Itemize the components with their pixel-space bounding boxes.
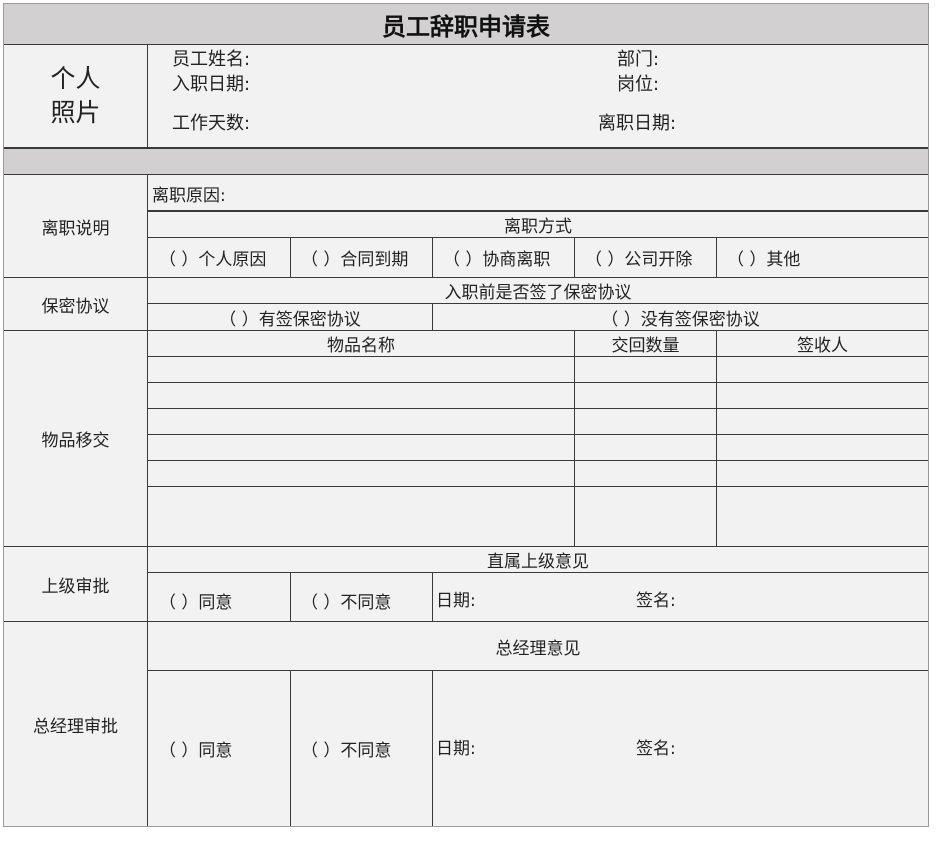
- handover-section-label: 物品移交: [41, 431, 110, 451]
- confidential-section-label: 保密协议: [41, 296, 110, 317]
- col-header-receiver: 签收人: [797, 336, 848, 356]
- option-other[interactable]: （ ）其他: [727, 238, 857, 277]
- col-header-item-name: 物品名称: [327, 336, 395, 356]
- supervisor-date-field[interactable]: 日期:: [436, 573, 616, 621]
- handover-row[interactable]: [148, 383, 928, 408]
- confidential-question: 入职前是否签了保密协议: [444, 283, 632, 303]
- handover-row[interactable]: [148, 409, 928, 434]
- gm-date-field[interactable]: 日期:: [436, 671, 616, 826]
- photo-label-line2: 照片: [50, 98, 101, 127]
- option-no-nda[interactable]: （ ）没有签保密协议: [433, 304, 928, 330]
- leave-date-field[interactable]: 离职日期:: [598, 110, 798, 134]
- col-header-return-qty: 交回数量: [611, 336, 680, 356]
- photo-label-line1: 个人: [50, 64, 101, 93]
- option-mutual-agreement[interactable]: （ ）协商离职: [443, 238, 573, 277]
- resign-section-label: 离职说明: [41, 218, 110, 239]
- gm-section-label: 总经理审批: [33, 716, 118, 737]
- resign-reason-field[interactable]: 离职原因:: [152, 175, 652, 211]
- work-days-field[interactable]: 工作天数:: [172, 110, 372, 134]
- employee-name-field[interactable]: 员工姓名:: [172, 46, 372, 70]
- supervisor-section-label: 上级审批: [41, 576, 110, 597]
- handover-row[interactable]: [148, 357, 928, 382]
- gm-opinion-header: 总经理意见: [495, 638, 581, 659]
- photo-placeholder[interactable]: 个人 照片: [4, 45, 147, 147]
- department-field[interactable]: 部门:: [617, 46, 817, 70]
- resignation-form: 员工辞职申请表 个人 照片 员工姓名: 部门: 入职日期: 岗位: 工作天数: …: [3, 3, 929, 827]
- form-title: 员工辞职申请表: [4, 4, 928, 44]
- position-field[interactable]: 岗位:: [617, 71, 817, 95]
- resign-method-header: 离职方式: [504, 217, 572, 237]
- supervisor-signature-field[interactable]: 签名:: [636, 573, 836, 621]
- gm-signature-field[interactable]: 签名:: [636, 671, 836, 826]
- handover-row[interactable]: [148, 461, 928, 486]
- option-contract-expired[interactable]: （ ）合同到期: [301, 238, 431, 277]
- handover-row[interactable]: [148, 487, 928, 546]
- supervisor-opinion-header: 直属上级意见: [487, 552, 589, 572]
- supervisor-disagree-option[interactable]: （ ）不同意: [301, 573, 431, 621]
- section-divider-band: [4, 149, 928, 174]
- option-dismissed[interactable]: （ ）公司开除: [585, 238, 715, 277]
- option-signed-nda[interactable]: （ ）有签保密协议: [148, 304, 432, 330]
- hire-date-field[interactable]: 入职日期:: [172, 71, 372, 95]
- handover-row[interactable]: [148, 435, 928, 460]
- option-personal-reason[interactable]: （ ）个人原因: [159, 238, 289, 277]
- supervisor-agree-option[interactable]: （ ）同意: [159, 573, 289, 621]
- gm-agree-option[interactable]: （ ）同意: [159, 671, 289, 826]
- gm-disagree-option[interactable]: （ ）不同意: [301, 671, 431, 826]
